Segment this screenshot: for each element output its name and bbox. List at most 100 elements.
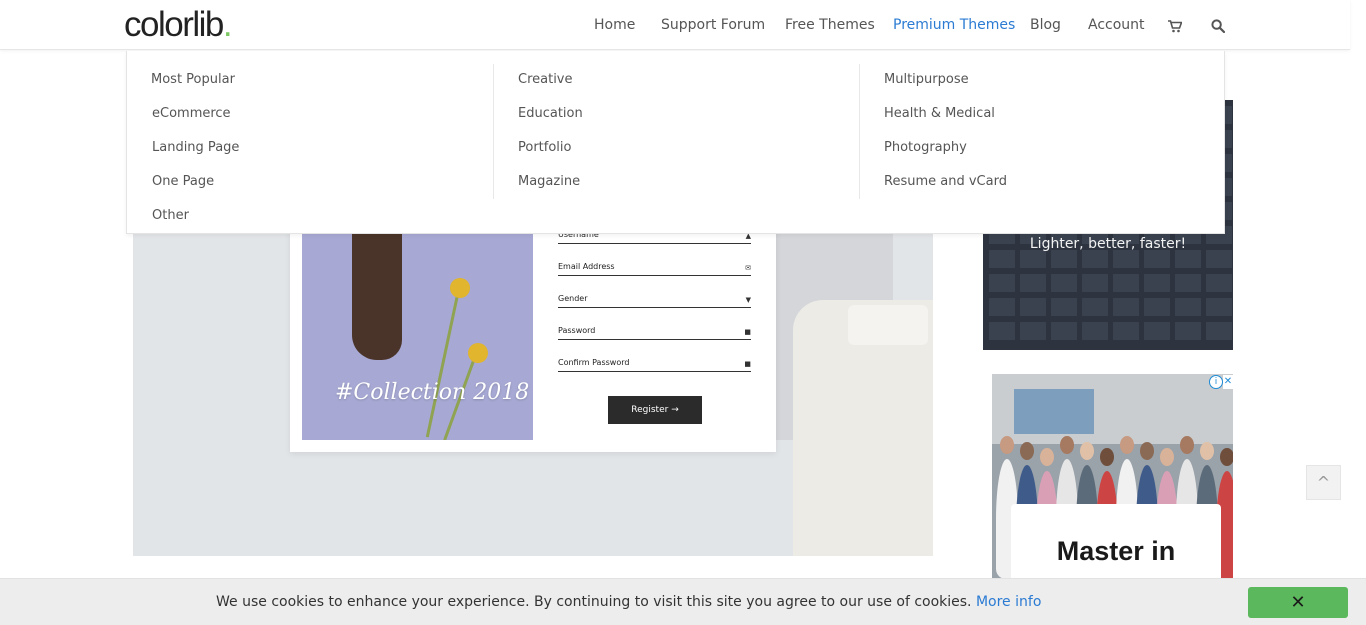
password-field[interactable]: Password ■ <box>558 326 751 340</box>
flower-graphic <box>468 343 488 363</box>
theme-thumbnail-tile <box>1175 322 1201 340</box>
lock-icon: ■ <box>744 328 751 336</box>
theme-thumbnail-tile <box>1113 274 1139 292</box>
cookie-more-info-link[interactable]: More info <box>976 594 1041 610</box>
theme-thumbnail-tile <box>1082 250 1108 268</box>
collection-caption: #Collection 2018 <box>335 380 530 405</box>
search-icon[interactable] <box>1211 18 1226 37</box>
menu-item-landing-page[interactable]: Landing Page <box>152 140 239 155</box>
theme-thumbnail-tile <box>1206 298 1232 316</box>
menu-column-divider <box>859 64 860 199</box>
theme-thumbnail-tile <box>1144 274 1170 292</box>
menu-item-photography[interactable]: Photography <box>884 140 967 155</box>
theme-thumbnail-tile <box>1144 298 1170 316</box>
envelope-icon: ✉ <box>745 264 751 272</box>
premium-themes-mega-menu: Most Popular eCommerce Landing Page One … <box>126 51 1225 234</box>
scroll-to-top-button[interactable]: ^ <box>1306 465 1341 500</box>
ad-title: Master in <box>1056 536 1176 566</box>
nav-premium-themes[interactable]: Premium Themes <box>893 17 1015 33</box>
menu-item-multipurpose[interactable]: Multipurpose <box>884 72 969 87</box>
ad-person-head <box>1080 442 1094 460</box>
theme-thumbnail-tile <box>1051 250 1077 268</box>
nav-blog[interactable]: Blog <box>1030 17 1061 33</box>
hero-belt-graphic <box>848 305 928 345</box>
ad-close-icon[interactable]: ✕ <box>1223 375 1233 389</box>
theme-thumbnail-tile <box>1113 298 1139 316</box>
nav-account[interactable]: Account <box>1088 17 1145 33</box>
menu-item-magazine[interactable]: Magazine <box>518 174 580 189</box>
register-label: Register <box>631 405 669 415</box>
cookie-consent-bar: We use cookies to enhance your experienc… <box>0 578 1366 625</box>
theme-thumbnail-tile <box>1020 298 1046 316</box>
nav-support-forum[interactable]: Support Forum <box>661 17 765 33</box>
ad-tagline: Lighter, better, faster! <box>1029 236 1187 252</box>
logo-dot: . <box>222 5 233 44</box>
menu-item-resume-vcard[interactable]: Resume and vCard <box>884 174 1007 189</box>
ad-person-head <box>1040 448 1054 466</box>
theme-thumbnail-tile <box>1020 250 1046 268</box>
register-button[interactable]: Register → <box>608 396 702 424</box>
confirm-password-field[interactable]: Confirm Password ■ <box>558 358 751 372</box>
arrow-right-icon: → <box>671 405 679 415</box>
ad-photo-map <box>1014 389 1094 434</box>
gender-label: Gender <box>558 294 588 303</box>
cookie-close-button[interactable]: ✕ <box>1248 587 1348 618</box>
lock-icon: ■ <box>744 360 751 368</box>
theme-thumbnail-tile <box>1175 298 1201 316</box>
menu-column-divider <box>493 64 494 199</box>
ad-person-head <box>1020 442 1034 460</box>
logo-text: colorlib <box>124 5 224 44</box>
gender-select[interactable]: Gender ▼ <box>558 294 751 308</box>
page-scroll-gutter <box>1350 0 1366 625</box>
ad-person-head <box>1160 448 1174 466</box>
menu-item-ecommerce[interactable]: eCommerce <box>152 106 231 121</box>
theme-thumbnail-tile <box>989 274 1015 292</box>
ad-person-head <box>1060 436 1074 454</box>
flower-graphic <box>450 278 470 298</box>
ad-person-head <box>1120 436 1134 454</box>
theme-thumbnail-tile <box>1020 274 1046 292</box>
email-label: Email Address <box>558 262 615 271</box>
theme-thumbnail-tile <box>1113 322 1139 340</box>
theme-thumbnail-tile <box>1113 250 1139 268</box>
menu-item-creative[interactable]: Creative <box>518 72 573 87</box>
menu-item-health-medical[interactable]: Health & Medical <box>884 106 995 121</box>
theme-thumbnail-tile <box>1206 274 1232 292</box>
menu-item-education[interactable]: Education <box>518 106 583 121</box>
cart-icon[interactable] <box>1168 18 1183 37</box>
menu-item-other[interactable]: Other <box>152 208 189 223</box>
theme-thumbnail-tile <box>1082 322 1108 340</box>
theme-thumbnail-tile <box>1144 250 1170 268</box>
password-label: Password <box>558 326 596 335</box>
colorlib-logo[interactable]: colorlib. <box>124 5 233 45</box>
theme-thumbnail-tile <box>1144 322 1170 340</box>
theme-thumbnail-tile <box>1082 274 1108 292</box>
chevron-up-icon: ^ <box>1316 473 1331 492</box>
email-field[interactable]: Email Address ✉ <box>558 262 751 276</box>
theme-thumbnail-tile <box>1175 274 1201 292</box>
menu-item-portfolio[interactable]: Portfolio <box>518 140 571 155</box>
theme-thumbnail-tile <box>1206 250 1232 268</box>
theme-thumbnail-tile <box>1051 298 1077 316</box>
theme-thumbnail-tile <box>989 298 1015 316</box>
menu-item-most-popular[interactable]: Most Popular <box>151 72 235 87</box>
theme-thumbnail-tile <box>1020 322 1046 340</box>
ad-info-icon[interactable]: i <box>1209 375 1223 389</box>
theme-thumbnail-tile <box>1082 298 1108 316</box>
ad-person-head <box>1220 448 1233 466</box>
theme-thumbnail-tile <box>989 322 1015 340</box>
cookie-message: We use cookies to enhance your experienc… <box>216 594 1041 610</box>
ad-person-head <box>1000 436 1014 454</box>
ad-person-head <box>1100 448 1114 466</box>
ad-person-head <box>1140 442 1154 460</box>
theme-thumbnail-tile <box>1206 322 1232 340</box>
menu-item-one-page[interactable]: One Page <box>152 174 214 189</box>
nav-home[interactable]: Home <box>594 17 635 33</box>
theme-thumbnail-tile <box>1051 322 1077 340</box>
ad-person-head <box>1180 436 1194 454</box>
caret-down-icon: ▼ <box>745 296 751 304</box>
nav-free-themes[interactable]: Free Themes <box>785 17 875 33</box>
confirm-password-label: Confirm Password <box>558 358 630 367</box>
cookie-text: We use cookies to enhance your experienc… <box>216 594 972 610</box>
theme-thumbnail-tile <box>1175 250 1201 268</box>
